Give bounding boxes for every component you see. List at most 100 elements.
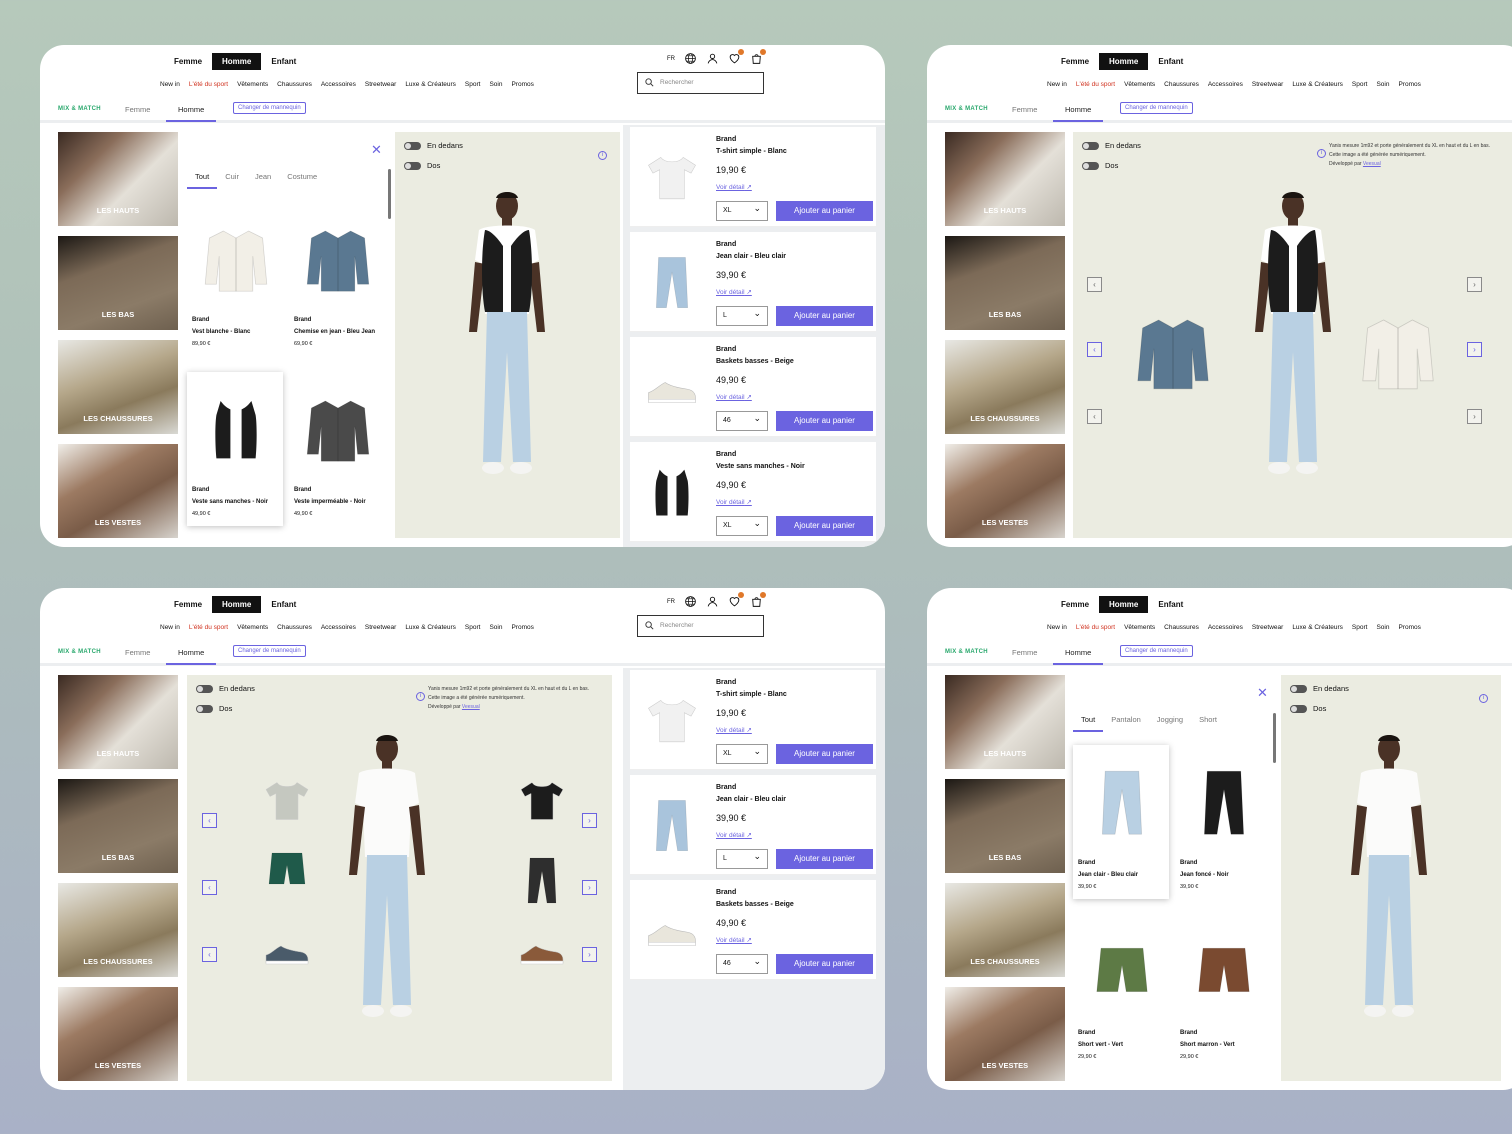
gender-tab-homme[interactable]: Homme: [1099, 596, 1149, 613]
toggle-inside[interactable]: En dedans: [1082, 141, 1141, 150]
nav-item[interactable]: Soin: [1376, 624, 1389, 631]
size-select[interactable]: XL: [716, 742, 768, 764]
carousel-next[interactable]: ›: [1467, 342, 1482, 357]
category-tile[interactable]: LES CHAUSSURES: [58, 883, 178, 977]
carousel-prev[interactable]: ‹: [1087, 342, 1102, 357]
nav-item[interactable]: New in: [1047, 624, 1067, 631]
toggle-switch[interactable]: [1290, 704, 1307, 713]
nav-item[interactable]: Chaussures: [1164, 624, 1199, 631]
lang-label[interactable]: FR: [667, 599, 675, 605]
veesual-link[interactable]: Veesual: [462, 704, 480, 710]
nav-item[interactable]: Accessoires: [1208, 624, 1243, 631]
category-tile[interactable]: LES BAS: [58, 236, 178, 330]
toggle-back[interactable]: Dos: [404, 161, 440, 170]
size-select[interactable]: XL: [716, 199, 768, 221]
category-tile[interactable]: LES BAS: [945, 779, 1065, 873]
gender-tab-enfant[interactable]: Enfant: [1148, 596, 1193, 613]
add-to-cart-button[interactable]: Ajouter au panier: [776, 201, 873, 221]
carousel-next[interactable]: ›: [1467, 409, 1482, 424]
category-tile[interactable]: LES CHAUSSURES: [58, 340, 178, 434]
detail-link[interactable]: Voir détail ↗: [716, 393, 752, 401]
add-to-cart-button[interactable]: Ajouter au panier: [776, 306, 873, 326]
picker-tab[interactable]: Pantalon: [1103, 715, 1149, 732]
tab-homme[interactable]: Homme: [1053, 648, 1104, 665]
product-item[interactable]: Brand Short vert - Vert 29,90 €: [1073, 915, 1169, 1069]
picker-tab[interactable]: Jogging: [1149, 715, 1191, 732]
info-icon[interactable]: i: [598, 151, 607, 160]
gender-tab-femme[interactable]: Femme: [164, 53, 212, 70]
toggle-switch[interactable]: [404, 141, 421, 150]
category-tile[interactable]: LES HAUTS: [58, 675, 178, 769]
product-item[interactable]: Brand Vest blanche - Blanc 89,90 €: [187, 202, 283, 356]
add-to-cart-button[interactable]: Ajouter au panier: [776, 849, 873, 869]
change-model-button[interactable]: Changer de mannequin: [1120, 645, 1193, 657]
picker-scrollbar[interactable]: [1273, 713, 1276, 763]
nav-item[interactable]: Chaussures: [277, 624, 312, 631]
nav-item[interactable]: Streetwear: [365, 624, 396, 631]
detail-link[interactable]: Voir détail ↗: [716, 726, 752, 734]
toggle-back[interactable]: Dos: [1082, 161, 1118, 170]
nav-item[interactable]: New in: [160, 81, 180, 88]
detail-link[interactable]: Voir détail ↗: [716, 498, 752, 506]
globe-icon-wrap[interactable]: [684, 595, 697, 608]
change-model-button[interactable]: Changer de mannequin: [1120, 102, 1193, 114]
gender-tab-enfant[interactable]: Enfant: [261, 596, 306, 613]
veesual-link[interactable]: Veesual: [1363, 161, 1381, 167]
toggle-switch[interactable]: [1082, 161, 1099, 170]
toggle-inside[interactable]: En dedans: [1290, 684, 1349, 693]
picker-tab[interactable]: Costume: [279, 172, 325, 189]
nav-item[interactable]: Sport: [1352, 624, 1368, 631]
category-tile[interactable]: LES HAUTS: [58, 132, 178, 226]
close-icon[interactable]: ✕: [1257, 685, 1268, 701]
user-icon-wrap[interactable]: [706, 595, 719, 608]
nav-item[interactable]: Sport: [465, 624, 481, 631]
nav-item[interactable]: L'été du sport: [1076, 81, 1115, 88]
nav-item[interactable]: Promos: [511, 624, 533, 631]
detail-link[interactable]: Voir détail ↗: [716, 936, 752, 944]
globe-icon-wrap[interactable]: [684, 52, 697, 65]
product-item[interactable]: Brand Jean foncé - Noir 39,90 €: [1175, 745, 1271, 899]
toggle-switch[interactable]: [196, 704, 213, 713]
nav-item[interactable]: Chaussures: [1164, 81, 1199, 88]
carousel-next[interactable]: ›: [1467, 277, 1482, 292]
user-icon-wrap[interactable]: [706, 52, 719, 65]
info-icon[interactable]: i: [1317, 149, 1326, 158]
lang-label[interactable]: FR: [667, 56, 675, 62]
add-to-cart-button[interactable]: Ajouter au panier: [776, 954, 873, 974]
nav-item[interactable]: Streetwear: [365, 81, 396, 88]
gender-tab-enfant[interactable]: Enfant: [1148, 53, 1193, 70]
nav-item[interactable]: Soin: [489, 624, 502, 631]
category-tile[interactable]: LES BAS: [58, 779, 178, 873]
tab-femme[interactable]: Femme: [125, 105, 150, 114]
nav-item[interactable]: Promos: [511, 81, 533, 88]
size-select[interactable]: 46: [716, 952, 768, 974]
nav-item[interactable]: Streetwear: [1252, 81, 1283, 88]
gender-tab-homme[interactable]: Homme: [212, 596, 262, 613]
tab-homme[interactable]: Homme: [166, 648, 217, 665]
carousel-next[interactable]: ›: [582, 813, 597, 828]
nav-item[interactable]: Chaussures: [277, 81, 312, 88]
gender-tab-femme[interactable]: Femme: [164, 596, 212, 613]
category-tile[interactable]: LES BAS: [945, 236, 1065, 330]
gender-tab-femme[interactable]: Femme: [1051, 596, 1099, 613]
detail-link[interactable]: Voir détail ↗: [716, 831, 752, 839]
nav-item[interactable]: Streetwear: [1252, 624, 1283, 631]
bag-icon-wrap[interactable]: [750, 592, 766, 608]
add-to-cart-button[interactable]: Ajouter au panier: [776, 516, 873, 536]
picker-tab[interactable]: Short: [1191, 715, 1225, 732]
gender-tab-homme[interactable]: Homme: [212, 53, 262, 70]
category-tile[interactable]: LES CHAUSSURES: [945, 340, 1065, 434]
search-input[interactable]: Rechercher: [637, 72, 764, 94]
nav-item[interactable]: L'été du sport: [189, 624, 228, 631]
tab-femme[interactable]: Femme: [1012, 105, 1037, 114]
carousel-prev[interactable]: ‹: [1087, 409, 1102, 424]
size-select[interactable]: 46: [716, 409, 768, 431]
add-to-cart-button[interactable]: Ajouter au panier: [776, 411, 873, 431]
tab-homme[interactable]: Homme: [166, 105, 217, 122]
picker-tab[interactable]: Cuir: [217, 172, 247, 189]
nav-item[interactable]: Promos: [1398, 624, 1420, 631]
nav-item[interactable]: Luxe & Créateurs: [405, 624, 456, 631]
search-input[interactable]: Rechercher: [637, 615, 764, 637]
nav-item[interactable]: Accessoires: [321, 81, 356, 88]
nav-item[interactable]: Luxe & Créateurs: [405, 81, 456, 88]
